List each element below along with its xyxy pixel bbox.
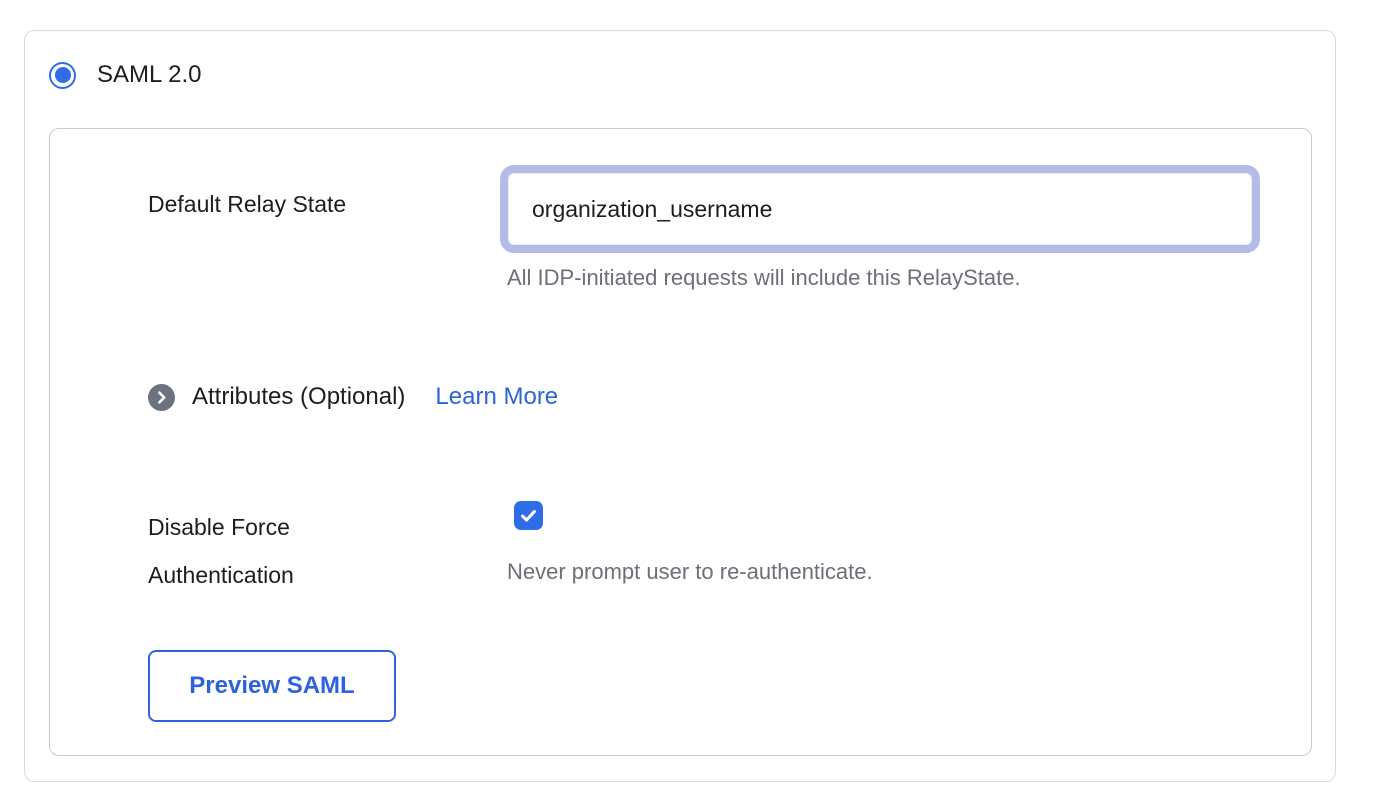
saml-radio-label: SAML 2.0 — [97, 61, 202, 89]
force-auth-helper: Never prompt user to re-authenticate. — [507, 559, 873, 585]
relay-state-input[interactable] — [508, 173, 1252, 245]
attributes-expander[interactable] — [148, 384, 175, 411]
learn-more-link[interactable]: Learn More — [435, 383, 558, 411]
saml-radio-row: SAML 2.0 — [49, 61, 202, 89]
force-auth-checkbox[interactable] — [514, 501, 543, 530]
saml-settings-card: SAML 2.0 Default Relay State All IDP-ini… — [24, 30, 1336, 782]
relay-state-input-focus-ring — [500, 165, 1260, 253]
attributes-expander-row: Attributes (Optional) Learn More — [148, 383, 558, 411]
attributes-label[interactable]: Attributes (Optional) — [192, 383, 405, 411]
checkmark-icon — [519, 506, 538, 525]
relay-state-label: Default Relay State — [148, 191, 346, 218]
force-auth-label: Disable Force Authentication — [148, 503, 418, 599]
chevron-right-icon — [155, 391, 168, 404]
preview-saml-button[interactable]: Preview SAML — [148, 650, 396, 722]
saml-radio-dot — [55, 67, 71, 83]
saml-config-panel: Default Relay State All IDP-initiated re… — [49, 128, 1312, 756]
relay-state-helper: All IDP-initiated requests will include … — [507, 265, 1021, 291]
saml-radio[interactable] — [49, 62, 76, 89]
